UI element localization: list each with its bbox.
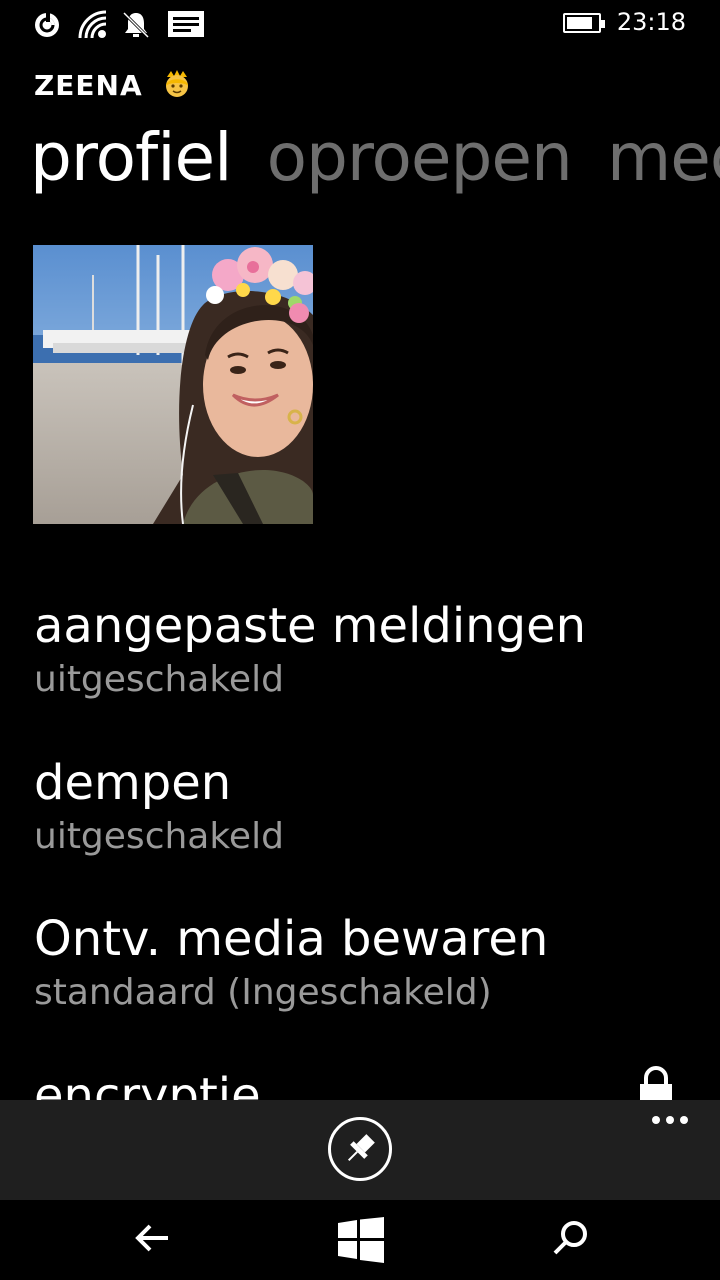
quiet-hours-icon [122,11,150,39]
setting-title: dempen [34,755,232,811]
princess-emoji-icon [161,67,193,106]
windows-start-icon[interactable] [338,1217,384,1263]
app-bar [0,1100,720,1200]
battery-icon [563,13,605,33]
tab-media[interactable]: media [607,118,720,198]
contact-name: ZEENA [34,67,193,106]
message-icon [168,11,204,37]
pin-icon [347,1134,375,1162]
search-icon[interactable] [552,1218,590,1258]
tab-oproepen[interactable]: oproepen [267,118,573,198]
setting-mute[interactable]: dempen uitgeschakeld [34,753,284,861]
setting-save-received-media[interactable]: Ontv. media bewaren standaard (Ingeschak… [34,909,548,1017]
profile-photo[interactable] [33,245,313,524]
more-icon[interactable] [650,1108,690,1132]
contact-name-label: ZEENA [34,69,143,102]
back-icon[interactable] [134,1218,172,1258]
pin-button[interactable] [328,1117,392,1181]
pivot-tabs: profiel oproepen media [30,118,720,208]
wifi-icon [78,10,107,39]
tab-profiel[interactable]: profiel [30,118,232,198]
setting-title: Ontv. media bewaren [34,911,549,967]
setting-subtitle: uitgeschakeld [34,816,284,857]
setting-subtitle: uitgeschakeld [34,659,284,700]
setting-subtitle: standaard (Ingeschakeld) [34,972,492,1013]
setting-custom-notifications[interactable]: aangepaste meldingen uitgeschakeld [34,596,586,704]
status-bar: 23:18 [0,0,720,48]
setting-title: aangepaste meldingen [34,598,587,654]
navigation-bar [0,1200,720,1280]
data-sense-icon [35,13,59,37]
clock: 23:18 [616,8,686,36]
